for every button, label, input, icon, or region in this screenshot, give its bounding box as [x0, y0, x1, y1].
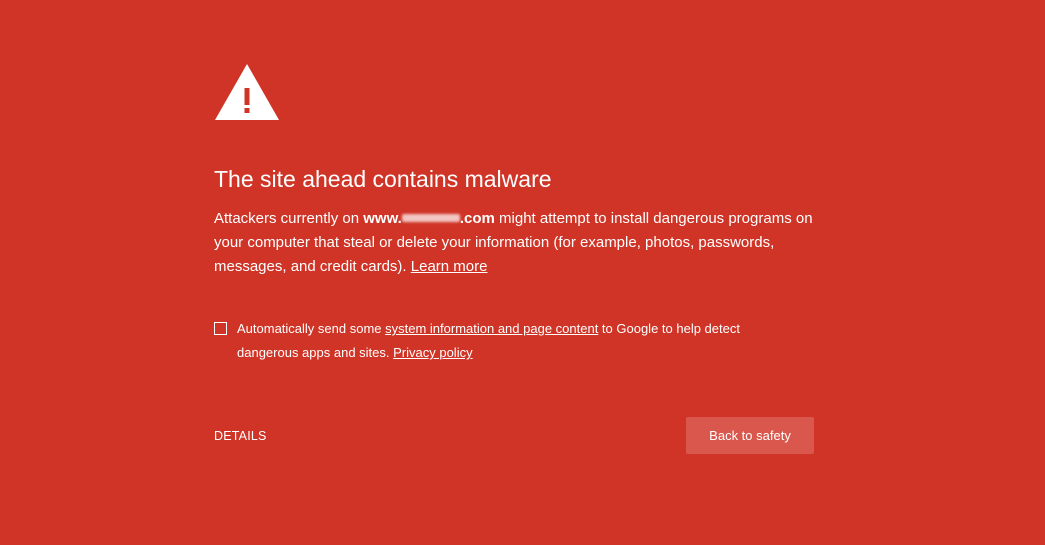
- system-info-link[interactable]: system information and page content: [385, 321, 598, 336]
- domain-start: www.: [363, 210, 402, 227]
- redacted-domain: [401, 214, 460, 222]
- domain-end: .com: [459, 210, 495, 227]
- description-text: Attackers currently on: [214, 210, 364, 227]
- interstitial-container: The site ahead contains malware Attacker…: [214, 63, 814, 454]
- privacy-policy-link[interactable]: Privacy policy: [393, 345, 472, 360]
- extended-reporting-optin: Automatically send some system informati…: [214, 319, 794, 365]
- warning-triangle-icon: [215, 64, 279, 120]
- optin-label: Automatically send some system informati…: [237, 317, 767, 365]
- optin-text-prefix: Automatically send some: [237, 321, 386, 336]
- learn-more-link[interactable]: Learn more: [411, 258, 488, 275]
- site-domain: www. .com: [363, 210, 495, 227]
- details-button[interactable]: DETAILS: [214, 429, 267, 443]
- warning-description: Attackers currently on www. .com might at…: [214, 207, 814, 279]
- optin-checkbox[interactable]: [214, 322, 227, 335]
- page-title: The site ahead contains malware: [214, 166, 552, 192]
- back-to-safety-button[interactable]: Back to safety: [686, 417, 814, 454]
